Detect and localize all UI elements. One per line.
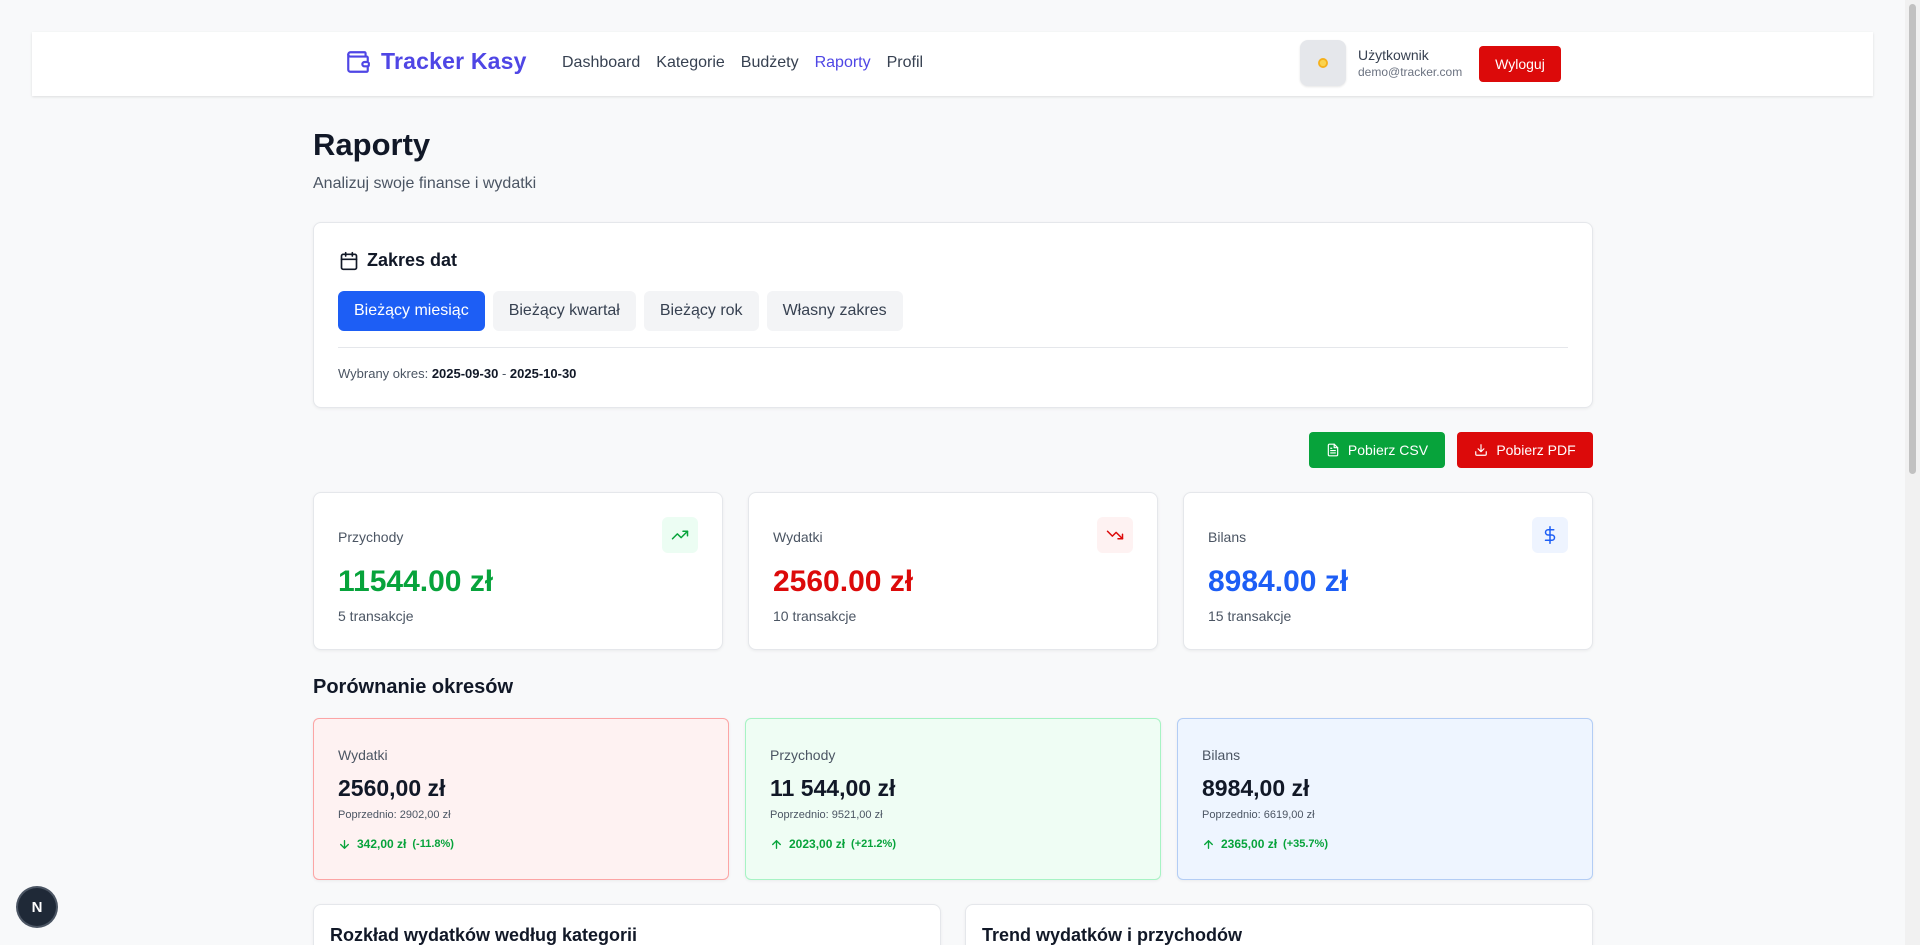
comparison-amount: 11 544,00 zł xyxy=(770,775,896,801)
delta-value: 342,00 zł xyxy=(357,837,407,851)
summary-label: Wydatki xyxy=(773,529,823,545)
comparison-delta: 342,00 zł (-11.8%) xyxy=(338,837,454,851)
divider xyxy=(338,347,1568,348)
summary-count: 5 transakcje xyxy=(338,608,414,624)
page-subtitle: Analizuj swoje finanse i wydatki xyxy=(313,175,537,192)
range-options: Bieżący miesiąc Bieżący kwartał Bieżący … xyxy=(338,291,903,331)
selected-period-label: Wybrany okres: xyxy=(338,366,429,381)
expense-summary-card: Wydatki 2560.00 zł 10 transakcje xyxy=(748,492,1158,650)
range-custom-button[interactable]: Własny zakres xyxy=(766,291,903,331)
download-icon xyxy=(1475,444,1488,456)
brand-name: Tracker Kasy xyxy=(381,48,527,74)
category-breakdown-card: Rozkład wydatków według kategorii xyxy=(313,904,941,945)
trend-card: Trend wydatków i przychodów xyxy=(965,904,1593,945)
range-current-year-button[interactable]: Bieżący rok xyxy=(643,291,759,331)
download-csv-button[interactable]: Pobierz CSV xyxy=(1309,432,1445,468)
summary-count: 10 transakcje xyxy=(773,608,857,624)
comparison-delta: 2023,00 zł (+21.2%) xyxy=(770,837,896,851)
wallet-icon xyxy=(345,49,371,75)
trending-down-icon xyxy=(1097,517,1133,553)
comparison-amount: 2560,00 zł xyxy=(338,775,446,801)
sun-icon xyxy=(1318,58,1328,68)
summary-label: Bilans xyxy=(1208,529,1247,545)
delta-value: 2365,00 zł xyxy=(1221,837,1278,851)
brand[interactable]: Tracker Kasy xyxy=(345,48,527,75)
summary-count: 15 transakcje xyxy=(1208,608,1292,624)
category-breakdown-title: Rozkład wydatków według kategorii xyxy=(330,925,638,945)
nav-budzety[interactable]: Budżety xyxy=(741,54,799,72)
arrow-down-icon xyxy=(340,839,349,849)
comparison-amount: 8984,00 zł xyxy=(1202,775,1310,801)
trend-title: Trend wydatków i przychodów xyxy=(982,925,1243,945)
expense-comparison-card: Wydatki 2560,00 zł Poprzednio: 2902,00 z… xyxy=(313,718,729,880)
selected-period: Wybrany okres: 2025-09-30 - 2025-10-30 xyxy=(338,366,576,381)
period-end: 2025-10-30 xyxy=(509,366,577,381)
trending-up-icon xyxy=(662,517,698,553)
range-current-month-button[interactable]: Bieżący miesiąc xyxy=(338,291,485,331)
main-nav: Dashboard Kategorie Budżety Raporty Prof… xyxy=(562,54,923,72)
delta-percent: (+35.7%) xyxy=(1283,838,1328,850)
calendar-icon xyxy=(340,251,358,270)
income-summary-card: Przychody 11544.00 zł 5 transakcje xyxy=(313,492,723,650)
nav-raporty[interactable]: Raporty xyxy=(815,54,871,72)
user-email: demo@tracker.com xyxy=(1358,65,1463,79)
arrow-up-icon xyxy=(772,839,781,849)
file-text-icon xyxy=(1327,443,1339,457)
nav-kategorie[interactable]: Kategorie xyxy=(656,54,725,72)
comparison-delta: 2365,00 zł (+35.7%) xyxy=(1202,837,1328,851)
summary-amount: 2560.00 zł xyxy=(773,565,914,598)
scrollbar-thumb[interactable] xyxy=(1909,4,1916,474)
user-box: Użytkownik demo@tracker.com xyxy=(1300,40,1462,86)
comparison-previous: Poprzednio: 2902,00 zł xyxy=(338,809,451,821)
nav-profil[interactable]: Profil xyxy=(887,54,923,72)
download-pdf-button[interactable]: Pobierz PDF xyxy=(1457,432,1593,468)
date-range-card: Zakres dat Bieżący miesiąc Bieżący kwart… xyxy=(313,222,1593,408)
download-csv-label: Pobierz CSV xyxy=(1347,442,1429,458)
balance-summary-card: Bilans 8984.00 zł 15 transakcje xyxy=(1183,492,1593,650)
avatar[interactable] xyxy=(1300,40,1346,86)
download-pdf-label: Pobierz PDF xyxy=(1496,442,1576,458)
summary-amount: 8984.00 zł xyxy=(1208,565,1349,598)
page-title: Raporty xyxy=(313,127,431,162)
comparison-label: Bilans xyxy=(1202,747,1241,763)
arrow-up-icon xyxy=(1204,839,1213,849)
nextjs-dev-badge[interactable]: N xyxy=(18,888,56,926)
delta-percent: (-11.8%) xyxy=(412,838,454,850)
summary-amount: 11544.00 zł xyxy=(338,565,494,598)
comparison-title: Porównanie okresów xyxy=(313,676,514,698)
income-comparison-card: Przychody 11 544,00 zł Poprzednio: 9521,… xyxy=(745,718,1161,880)
page-scrollbar[interactable] xyxy=(1905,0,1920,945)
balance-comparison-card: Bilans 8984,00 zł Poprzednio: 6619,00 zł… xyxy=(1177,718,1593,880)
user-name: Użytkownik xyxy=(1358,47,1429,63)
comparison-label: Przychody xyxy=(770,747,836,763)
comparison-previous: Poprzednio: 6619,00 zł xyxy=(1202,809,1315,821)
top-navbar: Tracker Kasy Dashboard Kategorie Budżety… xyxy=(32,32,1873,96)
dollar-icon xyxy=(1532,517,1568,553)
period-separator: - xyxy=(501,366,507,381)
period-start: 2025-09-30 xyxy=(431,366,499,381)
delta-percent: (+21.2%) xyxy=(851,838,896,850)
date-range-header: Zakres dat xyxy=(339,250,457,271)
comparison-label: Wydatki xyxy=(338,747,388,763)
date-range-title: Zakres dat xyxy=(367,250,458,270)
nav-dashboard[interactable]: Dashboard xyxy=(562,54,640,72)
comparison-previous: Poprzednio: 9521,00 zł xyxy=(770,809,883,821)
range-current-quarter-button[interactable]: Bieżący kwartał xyxy=(492,291,636,331)
summary-label: Przychody xyxy=(338,529,404,545)
delta-value: 2023,00 zł xyxy=(789,837,846,851)
logout-button[interactable]: Wyloguj xyxy=(1479,46,1561,82)
